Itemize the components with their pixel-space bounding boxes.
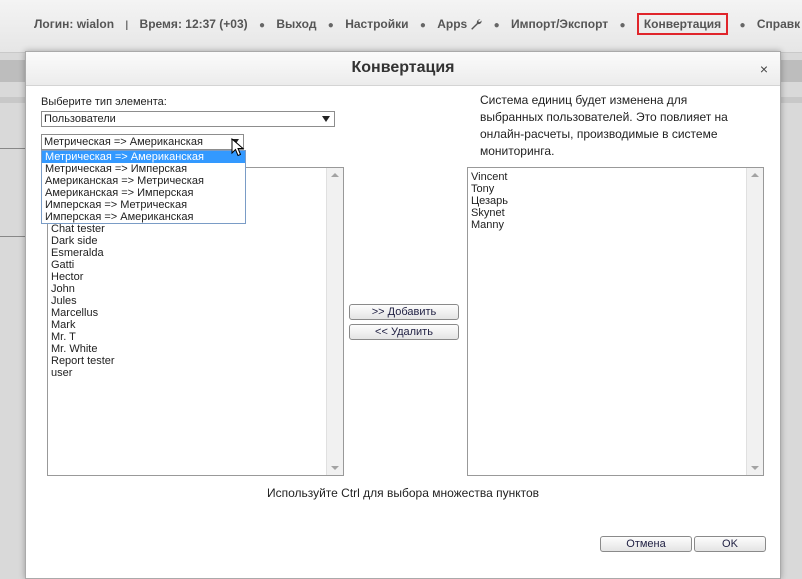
list-item[interactable]: Tony bbox=[468, 183, 763, 195]
ok-button[interactable]: OK bbox=[694, 536, 766, 552]
separator: | bbox=[125, 20, 129, 31]
list-item[interactable]: Vincent bbox=[468, 171, 763, 183]
info-line: Система единиц будет изменена для bbox=[480, 93, 688, 107]
conversion-dialog: Конвертация × Выберите тип элемента: Пол… bbox=[25, 51, 781, 579]
mouse-cursor-icon bbox=[231, 138, 245, 157]
list-item[interactable]: Mark bbox=[48, 319, 343, 331]
nav-apps-label: Apps bbox=[437, 17, 468, 31]
element-type-label: Выберите тип элемента: bbox=[41, 96, 167, 108]
conversion-option[interactable]: Американская => Имперская bbox=[42, 187, 245, 199]
nav-help[interactable]: Справк bbox=[757, 17, 800, 31]
list-item[interactable]: Mr. White bbox=[48, 343, 343, 355]
conversion-option[interactable]: Метрическая => Имперская bbox=[42, 163, 245, 175]
nav-separator: ● bbox=[493, 20, 500, 31]
scroll-up-icon[interactable] bbox=[331, 173, 339, 177]
nav-separator: ● bbox=[619, 20, 626, 31]
conversion-dropdown: Метрическая => Американская Метрическая =… bbox=[41, 150, 246, 224]
login-info: Логин: wialon bbox=[34, 17, 115, 31]
time-info: Время: 12:37 (+03) bbox=[139, 17, 248, 31]
list-item[interactable]: Mr. T bbox=[48, 331, 343, 343]
element-type-select[interactable]: Пользователи bbox=[41, 111, 335, 127]
conversion-option[interactable]: Имперская => Метрическая bbox=[42, 199, 245, 211]
list-item[interactable]: Report tester bbox=[48, 355, 343, 367]
list-item[interactable]: John bbox=[48, 283, 343, 295]
nav-separator: ● bbox=[258, 20, 266, 31]
list-item[interactable]: Chat tester bbox=[48, 223, 343, 235]
add-button[interactable]: >> Добавить bbox=[349, 304, 459, 320]
nav-logout[interactable]: Выход bbox=[276, 17, 316, 31]
dialog-title: Конвертация bbox=[351, 59, 455, 76]
scroll-up-icon[interactable] bbox=[751, 173, 759, 177]
list-item[interactable]: Dark side bbox=[48, 235, 343, 247]
nav-separator: ● bbox=[327, 20, 334, 31]
nav-apps[interactable]: Apps bbox=[437, 17, 482, 31]
element-type-value: Пользователи bbox=[44, 113, 116, 125]
remove-button[interactable]: << Удалить bbox=[349, 324, 459, 340]
top-nav: Логин: wialon | Время: 12:37 (+03) ● Вых… bbox=[34, 13, 800, 35]
conversion-select[interactable]: Метрическая => Американская bbox=[41, 134, 244, 150]
scrollbar[interactable] bbox=[326, 168, 343, 475]
chevron-down-icon bbox=[322, 116, 330, 122]
conversion-option[interactable]: Имперская => Американская bbox=[42, 211, 245, 223]
info-text: Система единиц будет изменена для выбран… bbox=[480, 92, 728, 160]
background-divider bbox=[0, 236, 25, 237]
list-item[interactable]: Marcellus bbox=[48, 307, 343, 319]
conversion-option[interactable]: Американская => Метрическая bbox=[42, 175, 245, 187]
list-item[interactable]: user bbox=[48, 367, 343, 379]
info-line: онлайн-расчеты, производимые в системе bbox=[480, 127, 718, 141]
info-line: выбранных пользователей. Это повлияет на bbox=[480, 110, 728, 124]
nav-separator: ● bbox=[739, 20, 746, 31]
list-item[interactable]: Цезарь bbox=[468, 195, 763, 207]
selected-items: Vincent Tony Цезарь Skynet Manny bbox=[468, 168, 763, 231]
list-item[interactable]: Gatti bbox=[48, 259, 343, 271]
list-item[interactable]: Skynet bbox=[468, 207, 763, 219]
background-divider bbox=[0, 148, 25, 149]
nav-import-export[interactable]: Импорт/Экспорт bbox=[511, 17, 608, 31]
list-item[interactable]: Hector bbox=[48, 271, 343, 283]
multi-select-hint: Используйте Ctrl для выбора множества пу… bbox=[266, 486, 540, 500]
list-item[interactable]: Jules bbox=[48, 295, 343, 307]
conversion-option[interactable]: Метрическая => Американская bbox=[42, 151, 245, 163]
scrollbar[interactable] bbox=[746, 168, 763, 475]
dialog-titlebar: Конвертация × bbox=[26, 52, 780, 86]
list-item[interactable]: Manny bbox=[468, 219, 763, 231]
info-line: мониторинга. bbox=[480, 144, 555, 158]
nav-separator: ● bbox=[419, 20, 426, 31]
nav-settings[interactable]: Настройки bbox=[345, 17, 408, 31]
list-item[interactable]: Esmeralda bbox=[48, 247, 343, 259]
cancel-button[interactable]: Отмена bbox=[600, 536, 692, 552]
wrench-icon bbox=[471, 19, 482, 30]
selected-users-list[interactable]: Vincent Tony Цезарь Skynet Manny bbox=[467, 167, 764, 476]
close-icon[interactable]: × bbox=[760, 61, 768, 77]
top-navigation-bar: Логин: wialon | Время: 12:37 (+03) ● Вых… bbox=[0, 0, 802, 53]
scroll-down-icon[interactable] bbox=[751, 466, 759, 470]
scroll-down-icon[interactable] bbox=[331, 466, 339, 470]
conversion-value: Метрическая => Американская bbox=[44, 136, 203, 148]
nav-conversion[interactable]: Конвертация bbox=[636, 13, 729, 35]
